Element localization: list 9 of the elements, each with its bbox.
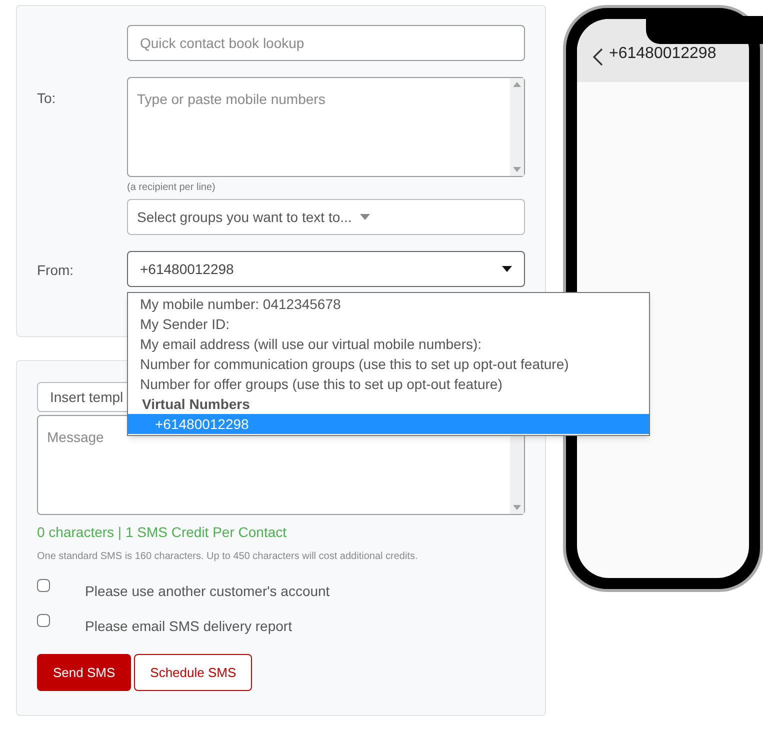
checkbox-label: Please email SMS delivery report [85,617,292,636]
to-label: To: [37,90,56,106]
sms-length-note: One standard SMS is 160 characters. Up to 450 characters will cost additional credits. [37,550,419,564]
recipient-hint: (a recipient per line) [127,181,216,195]
option-group-label: Virtual Numbers [141,394,251,414]
checkbox-label: Please use another customer's account [85,582,330,601]
character-counter: 0 characters | 1 SMS Credit Per Contact [37,523,288,542]
from-label: From: [37,262,74,278]
phone-contact-title: +61480012298 [609,44,716,64]
